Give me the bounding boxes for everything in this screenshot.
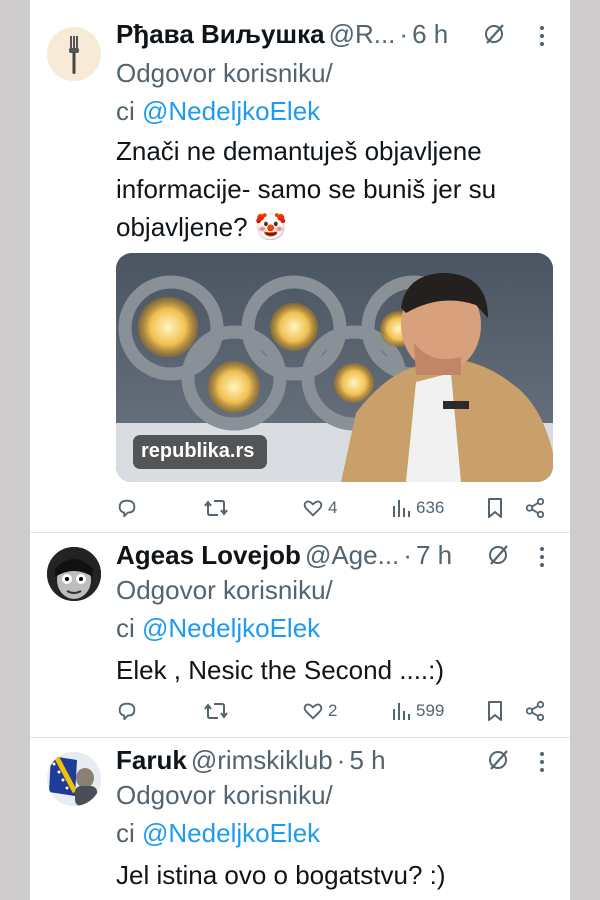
- author-name[interactable]: Faruk: [116, 745, 187, 776]
- author-name[interactable]: Рђава Виљушка: [116, 19, 325, 50]
- tweet-actions: 4 636: [116, 492, 556, 524]
- reply-context-line2: ci @NedeljkoElek: [116, 814, 320, 852]
- reply-icon: [118, 702, 136, 721]
- timestamp[interactable]: 7 h: [416, 540, 452, 571]
- media-source-label: republika.rs: [141, 440, 255, 462]
- view-count: 636: [416, 498, 445, 517]
- retweet-icon: [204, 703, 228, 719]
- author-handle[interactable]: @R...: [329, 19, 396, 50]
- avatar[interactable]: [47, 752, 101, 806]
- views-button[interactable]: 599: [392, 695, 444, 727]
- timestamp[interactable]: 5 h: [349, 745, 385, 776]
- share-button[interactable]: [524, 695, 546, 727]
- separator-dot: ·: [399, 18, 409, 49]
- views-button[interactable]: 636: [392, 492, 444, 524]
- flag-avatar: [47, 752, 101, 806]
- views-icon: [393, 500, 410, 517]
- views-icon: [393, 703, 410, 720]
- reply-button[interactable]: [116, 695, 138, 727]
- view-count: 599: [416, 701, 445, 720]
- reply-ci: ci: [116, 96, 135, 126]
- separator-dot: ·: [403, 539, 412, 570]
- tweet-text-line: objavljene? 🤡: [116, 212, 288, 242]
- retweet-button[interactable]: [204, 492, 228, 524]
- bookmark-button[interactable]: [486, 492, 504, 524]
- reply-context: Odgovor korisniku/: [116, 776, 333, 814]
- retweet-icon: [204, 500, 228, 516]
- more-options-icon[interactable]: [539, 24, 545, 48]
- reply-context-line2: ci @NedeljkoElek: [116, 609, 320, 647]
- timestamp[interactable]: 6 h: [412, 19, 448, 50]
- reply-button[interactable]: [116, 492, 138, 524]
- separator-dot: ·: [336, 744, 346, 775]
- grok-icon[interactable]: [486, 748, 510, 772]
- more-options-icon[interactable]: [539, 545, 545, 569]
- bookmark-icon: [488, 701, 502, 721]
- tweet-1[interactable]: Рђава Виљушка @R... · 6 h Odgovor korisn…: [30, 12, 570, 533]
- tweet-media-image[interactable]: republika.rs: [116, 253, 553, 482]
- like-count: 2: [328, 701, 338, 720]
- face-avatar: [47, 547, 101, 601]
- reply-label: Odgovor korisniku/: [116, 780, 333, 810]
- share-icon: [525, 497, 545, 519]
- reply-icon: [118, 499, 136, 518]
- reply-context: Odgovor korisniku/: [116, 571, 333, 609]
- retweet-button[interactable]: [204, 695, 228, 727]
- author-name[interactable]: Ageas Lovejob: [116, 540, 301, 571]
- grok-icon[interactable]: [486, 543, 510, 567]
- author-handle[interactable]: @rimskiklub: [191, 745, 333, 776]
- share-button[interactable]: [524, 492, 546, 524]
- tweet-text-line: Znači ne demantuješ objavljene: [116, 136, 482, 166]
- like-button[interactable]: 2: [302, 695, 337, 727]
- heart-icon: [303, 500, 323, 517]
- reply-context: Odgovor korisniku/: [116, 54, 333, 92]
- share-icon: [525, 700, 545, 722]
- tweet-text-line: Elek , Nesic the Second ....:): [116, 655, 445, 685]
- reply-context-line2: ci @NedeljkoElek: [116, 92, 320, 130]
- reply-ci: ci: [116, 818, 135, 848]
- mention-link[interactable]: @NedeljkoElek: [142, 818, 320, 848]
- reply-ci: ci: [116, 613, 135, 643]
- tweet-actions: 2 599: [116, 695, 556, 727]
- tweet-text-line: informacije- samo se buniš jer su: [116, 174, 497, 204]
- fork-icon: [69, 36, 79, 74]
- avatar[interactable]: [47, 27, 101, 81]
- mention-link[interactable]: @NedeljkoElek: [142, 96, 320, 126]
- more-options-icon[interactable]: [539, 750, 545, 774]
- tweet-3[interactable]: Faruk @rimskiklub · 5 h Odgovor korisnik…: [30, 738, 570, 900]
- tweet-text-line: Jel istina ovo o bogatstvu? :): [116, 860, 446, 890]
- tweet-2[interactable]: Ageas Lovejob @Age... · 7 h Odgovor kori…: [30, 533, 570, 738]
- bookmark-button[interactable]: [486, 695, 504, 727]
- like-count: 4: [328, 498, 338, 517]
- reply-label: Odgovor korisniku/: [116, 58, 333, 88]
- avatar[interactable]: [47, 547, 101, 601]
- bookmark-icon: [488, 498, 502, 518]
- like-button[interactable]: 4: [302, 492, 337, 524]
- reply-feed: Рђава Виљушка @R... · 6 h Odgovor korisn…: [30, 0, 570, 900]
- grok-icon[interactable]: [482, 22, 506, 46]
- heart-icon: [303, 703, 323, 720]
- reply-label: Odgovor korisniku/: [116, 575, 333, 605]
- author-handle[interactable]: @Age...: [305, 540, 399, 571]
- mention-link[interactable]: @NedeljkoElek: [142, 613, 320, 643]
